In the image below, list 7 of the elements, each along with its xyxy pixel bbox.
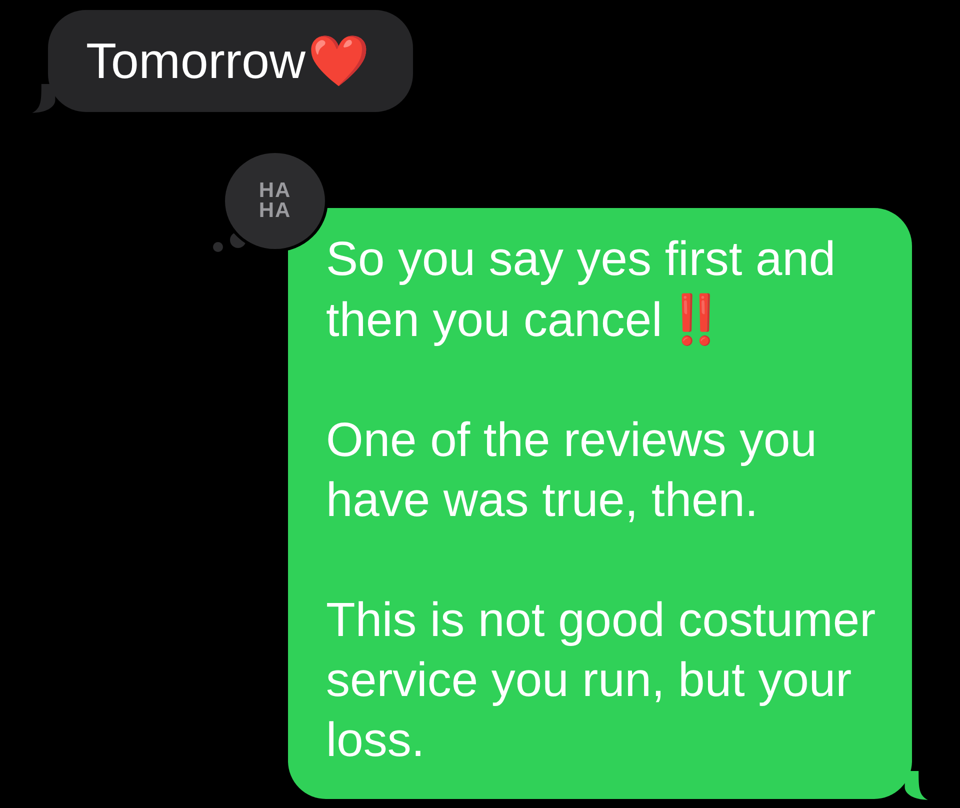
tapback-reaction[interactable]: HA HA xyxy=(222,150,328,252)
tapback-dot xyxy=(213,242,223,252)
message-text: Tomorrow xyxy=(86,32,306,90)
message-paragraph: This is not good costumer service you run, but your loss. xyxy=(326,593,877,769)
heart-emoji: ❤ xyxy=(307,32,370,90)
message-paragraph: So you say yes first and then you cancel‼ xyxy=(326,232,837,350)
message-paragraph: One of the reviews you have was true, then. xyxy=(326,413,818,529)
